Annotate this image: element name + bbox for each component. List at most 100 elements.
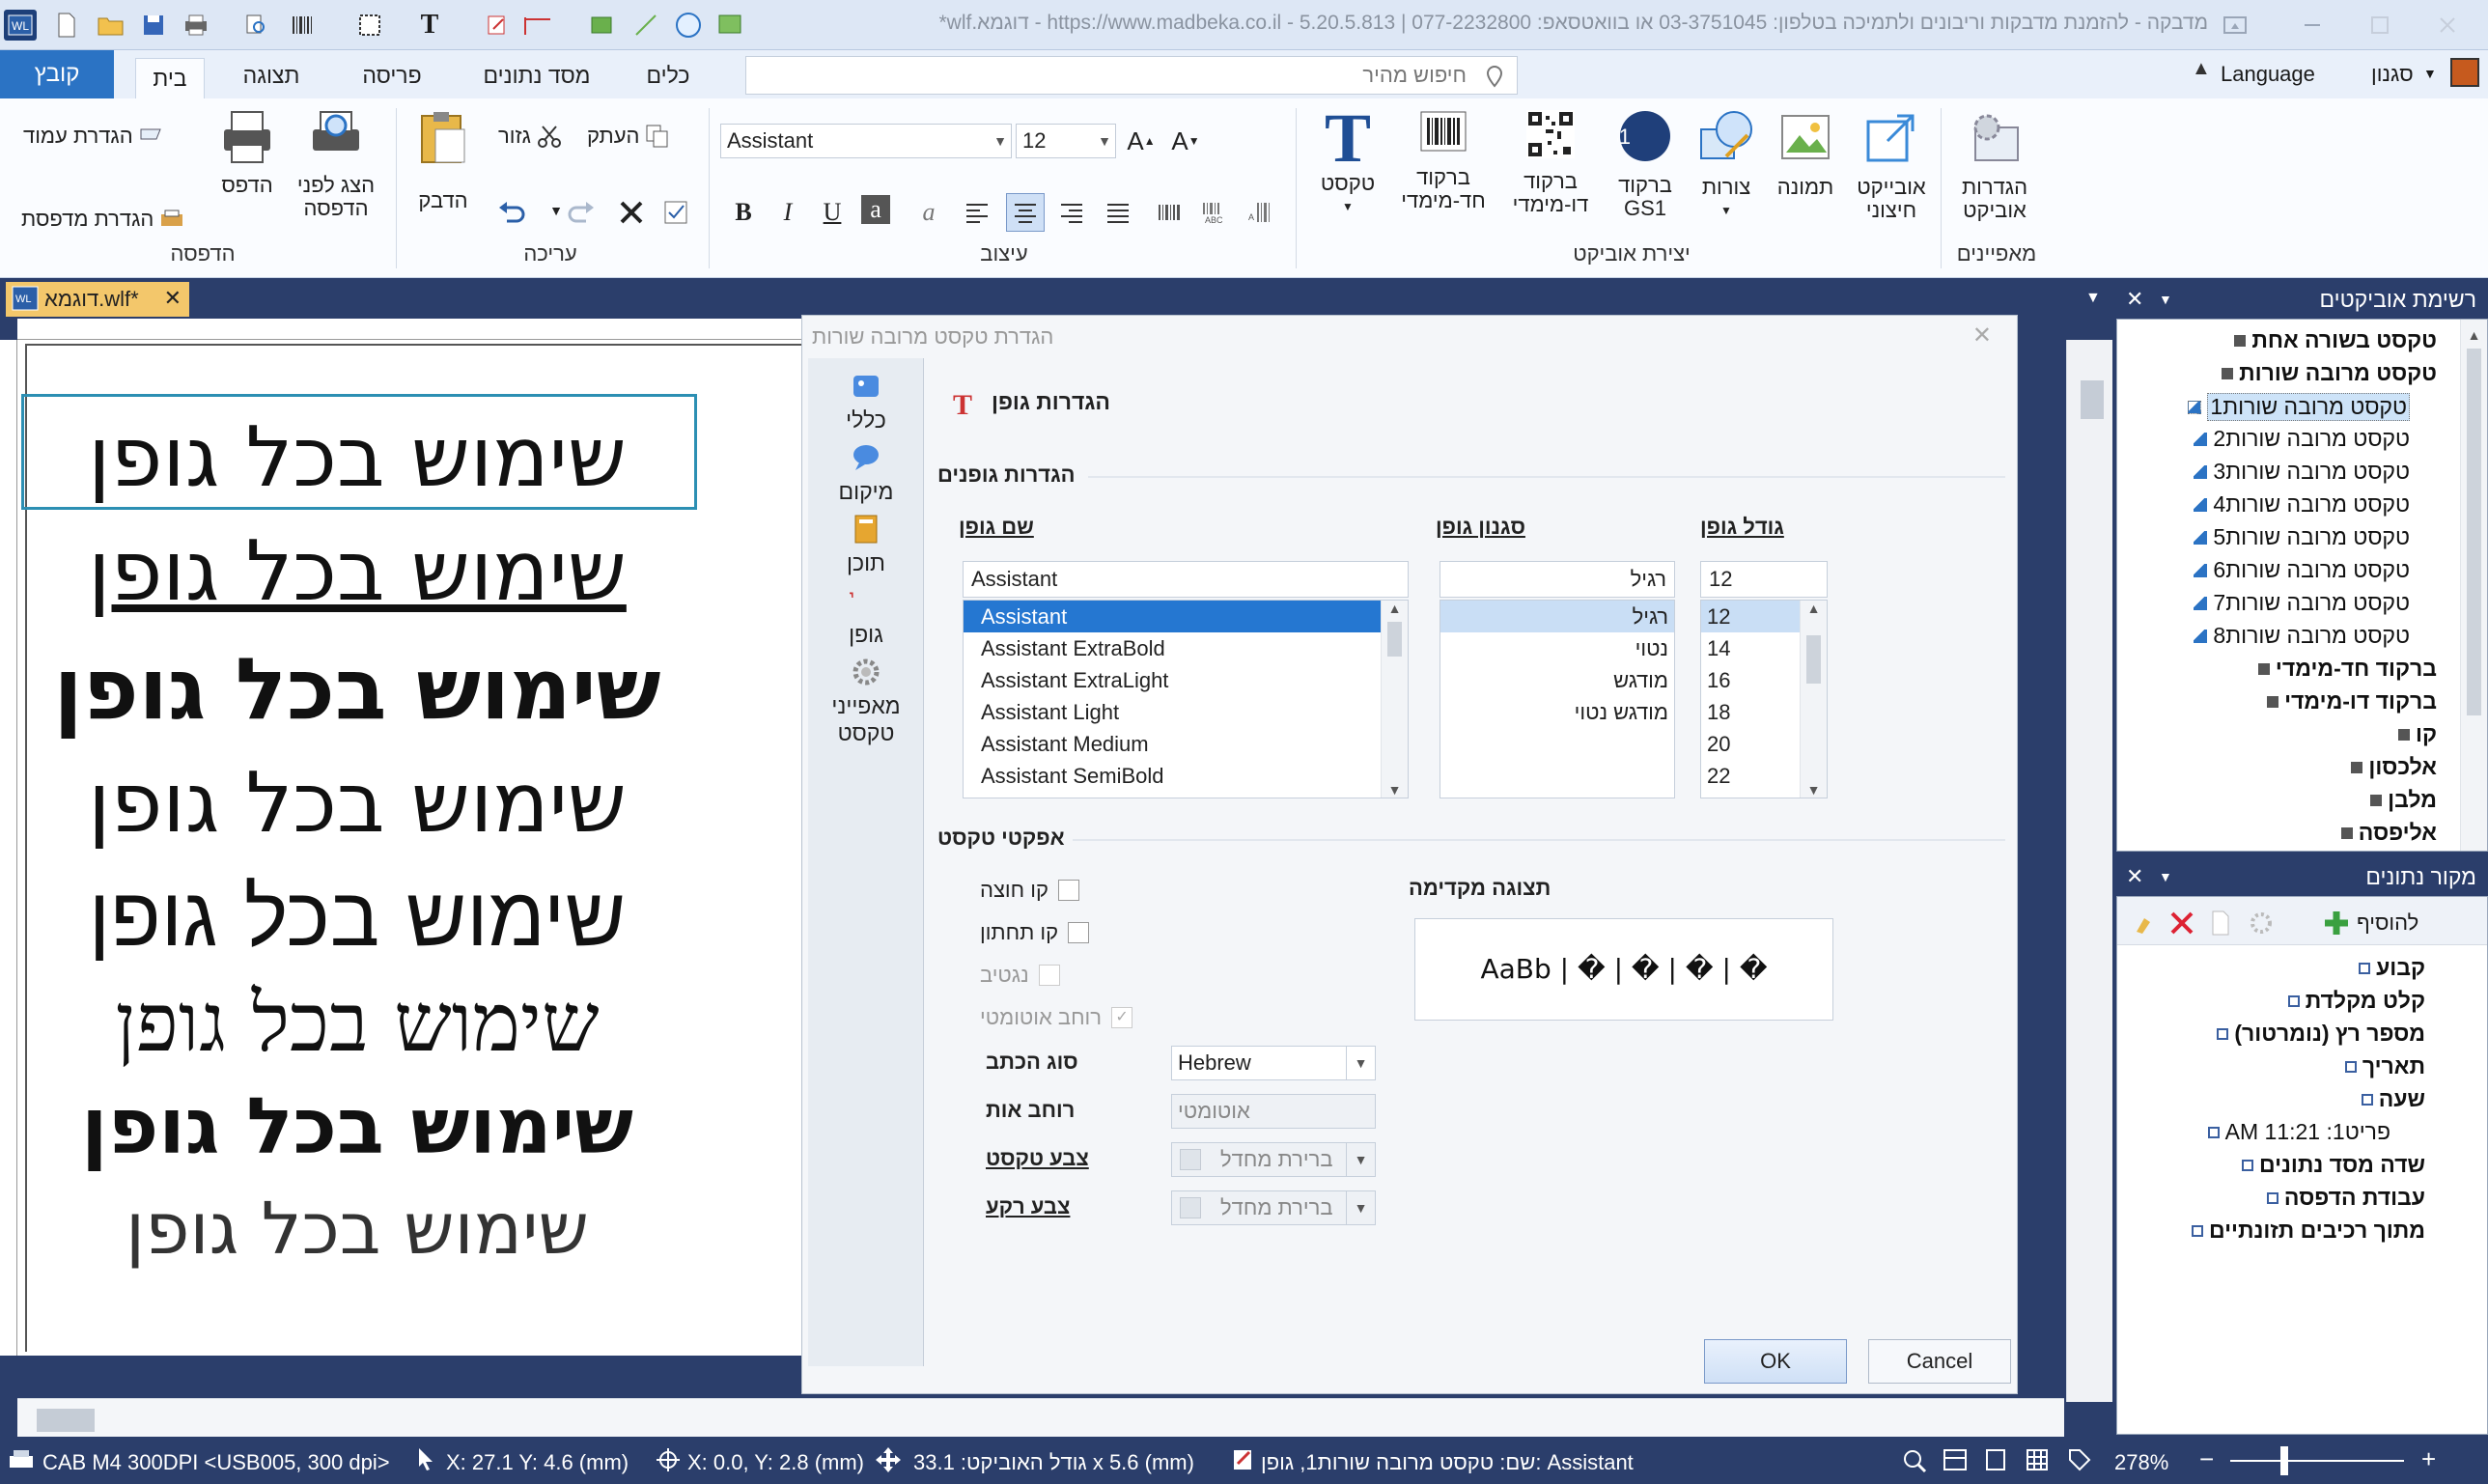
- delete-source-icon[interactable]: [2169, 910, 2194, 936]
- style-chevron-icon[interactable]: ▼: [2423, 66, 2437, 81]
- nav-general[interactable]: כללי: [808, 370, 924, 434]
- diagonal-qa-icon[interactable]: [629, 10, 662, 41]
- datasource-item[interactable]: קלט מקלדת: [2287, 988, 2425, 1014]
- zoom-fit-icon[interactable]: [1902, 1448, 1927, 1473]
- source-settings-icon[interactable]: [2249, 910, 2274, 936]
- tree-category-item[interactable]: מלבן: [2370, 787, 2437, 813]
- tab-tools[interactable]: כלים: [629, 58, 707, 93]
- justify-icon[interactable]: [1101, 195, 1135, 230]
- open-folder-icon[interactable]: [95, 10, 127, 41]
- style-list-item[interactable]: נטוי: [1440, 632, 1674, 664]
- font-list-item[interactable]: Assistant Medium: [964, 728, 1408, 760]
- style-menu[interactable]: סגנון: [2371, 62, 2414, 87]
- tag-status-icon[interactable]: [2068, 1448, 2091, 1471]
- scroll-up-icon[interactable]: ▲: [1382, 601, 1408, 616]
- objects-scrollbar[interactable]: ▲: [2460, 320, 2487, 851]
- cancel-button[interactable]: Cancel: [1868, 1339, 2011, 1384]
- font-name-input[interactable]: Assistant: [963, 561, 1409, 598]
- char-width-input[interactable]: אוטומטי: [1171, 1094, 1376, 1129]
- tab-database[interactable]: מסד נתונים: [469, 58, 604, 93]
- close-tab-icon[interactable]: ✕: [164, 286, 182, 311]
- tab-home[interactable]: בית: [135, 58, 205, 98]
- close-panel-icon[interactable]: ✕: [2126, 282, 2143, 317]
- style-list-item[interactable]: מודגש נטוי: [1440, 696, 1674, 728]
- sample-text-serif[interactable]: שימוש בכל גופן: [29, 975, 685, 1071]
- language-menu[interactable]: Language: [2221, 62, 2315, 87]
- dialog-close-icon[interactable]: ✕: [1972, 322, 1992, 350]
- tree-child-item[interactable]: טקסט מרובה שורות2: [2194, 426, 2410, 452]
- tree-child-item[interactable]: טקסט מרובה שורות8: [2194, 623, 2410, 649]
- maximize-icon[interactable]: [2356, 8, 2404, 42]
- edit-qa-icon[interactable]: [481, 10, 514, 41]
- font-size-list[interactable]: 12 14 16 18 20 22 ▲ ▼: [1700, 600, 1828, 798]
- font-list-scrollbar[interactable]: ▲ ▼: [1381, 601, 1408, 798]
- tree-category-item[interactable]: טקסט בשורה אחת: [2234, 327, 2437, 353]
- printer-status[interactable]: CAB M4 300DPI <USB005, 300 dpi>: [42, 1450, 390, 1475]
- redo-icon[interactable]: [564, 195, 599, 230]
- tab-view[interactable]: תצוגה: [228, 58, 315, 93]
- rectangle-qa-icon[interactable]: [585, 10, 618, 41]
- font-list-scroll-thumb[interactable]: [1387, 622, 1402, 657]
- create-image-button[interactable]: תמונה: [1767, 108, 1844, 199]
- save-icon[interactable]: [137, 10, 170, 41]
- datasource-item[interactable]: קבוע: [2359, 955, 2425, 981]
- tree-child-item[interactable]: טקסט מרובה שורות3: [2194, 459, 2410, 485]
- highlighter-icon[interactable]: [2133, 912, 2156, 936]
- zoom-slider-track[interactable]: [2230, 1460, 2404, 1462]
- font-list-item[interactable]: Assistant: [964, 601, 1408, 632]
- close-window-icon[interactable]: [2423, 8, 2472, 42]
- tree-category-item[interactable]: ברקוד חד-מימדי: [2257, 656, 2437, 682]
- line-tool-icon[interactable]: [521, 10, 554, 41]
- datasource-item[interactable]: עבודת הדפסה: [2266, 1185, 2425, 1211]
- ok-button[interactable]: OK: [1704, 1339, 1847, 1384]
- sample-text-medium[interactable]: שימוש בכל גופן: [39, 755, 676, 852]
- scroll-down-icon[interactable]: ▼: [1801, 782, 1827, 798]
- collapse-ribbon-icon[interactable]: ▲: [2192, 58, 2211, 80]
- copy-button[interactable]: העתק: [587, 124, 670, 149]
- font-list-item[interactable]: Assistant ExtraBold: [964, 632, 1408, 664]
- style-list-item[interactable]: מודגש: [1440, 664, 1674, 696]
- sample-text-underline[interactable]: שימוש בכל גופן: [48, 523, 666, 620]
- objects-scroll-thumb[interactable]: [2467, 349, 2481, 715]
- qr-qa-icon[interactable]: [353, 10, 386, 41]
- undo-icon[interactable]: [494, 195, 529, 230]
- font-style-input[interactable]: רגיל: [1440, 561, 1675, 598]
- minimize-icon[interactable]: [2288, 8, 2336, 42]
- nav-font[interactable]: T גופן: [808, 584, 924, 648]
- create-barcode-2d-button[interactable]: ברקוד דו-מימדי: [1502, 108, 1599, 216]
- tree-child-item[interactable]: טקסט מרובה שורות4: [2194, 491, 2410, 518]
- horizontal-scrollbar[interactable]: [17, 1398, 2064, 1437]
- checked-icon[interactable]: ✓: [1111, 1007, 1133, 1028]
- datasource-item[interactable]: תאריך: [2344, 1053, 2425, 1079]
- scroll-up-icon[interactable]: ▲: [2461, 327, 2487, 343]
- negative-checkbox[interactable]: נגטיב: [980, 963, 1060, 988]
- tree-category-item[interactable]: ברקוד דו-מימדי: [2267, 688, 2437, 714]
- negative-icon[interactable]: a: [861, 195, 890, 224]
- create-gs1-button[interactable]: GS1 ברקוד GS1: [1605, 108, 1686, 220]
- print-preview-icon[interactable]: [239, 10, 272, 41]
- tree-category-item[interactable]: אלכסון: [2351, 754, 2437, 780]
- datasource-item[interactable]: מספר רץ (נומרטור): [2217, 1021, 2425, 1047]
- datasource-item[interactable]: שעה: [2361, 1086, 2425, 1112]
- tab-file[interactable]: קובץ: [0, 50, 114, 98]
- layout-icon[interactable]: [1943, 1448, 1968, 1471]
- create-external-object-button[interactable]: אובייקט חיצוני: [1848, 108, 1935, 222]
- barcode-vertical-icon[interactable]: A: [1244, 195, 1278, 230]
- tree-child-item[interactable]: טקסט מרובה שורות5: [2194, 524, 2410, 550]
- tree-child-item[interactable]: טקסט מרובה שורות7: [2194, 590, 2410, 616]
- sample-text-thin[interactable]: שימוש בכל גופן: [58, 1188, 657, 1271]
- nav-content[interactable]: תוכן: [808, 513, 924, 576]
- chevron-down-icon[interactable]: ▼: [2159, 859, 2172, 894]
- font-size-input[interactable]: 12: [1700, 561, 1828, 598]
- tab-layout[interactable]: פריסה: [344, 58, 440, 93]
- barcode-qa-icon[interactable]: [286, 10, 319, 41]
- align-center-icon[interactable]: [1006, 193, 1045, 232]
- font-list-item[interactable]: Assistant Light: [964, 696, 1408, 728]
- datasource-item[interactable]: מתוך רכיבים תזונתיים: [2192, 1218, 2425, 1244]
- italic-icon[interactable]: I: [770, 195, 805, 230]
- sample-text-light[interactable]: שימוש בכל גופן: [29, 869, 685, 966]
- restore-icon[interactable]: [2211, 8, 2259, 42]
- shrink-font-icon[interactable]: A ▼: [1168, 124, 1203, 158]
- scroll-up-icon[interactable]: ▲: [1801, 601, 1827, 616]
- vertical-scroll-thumb[interactable]: [2081, 380, 2104, 419]
